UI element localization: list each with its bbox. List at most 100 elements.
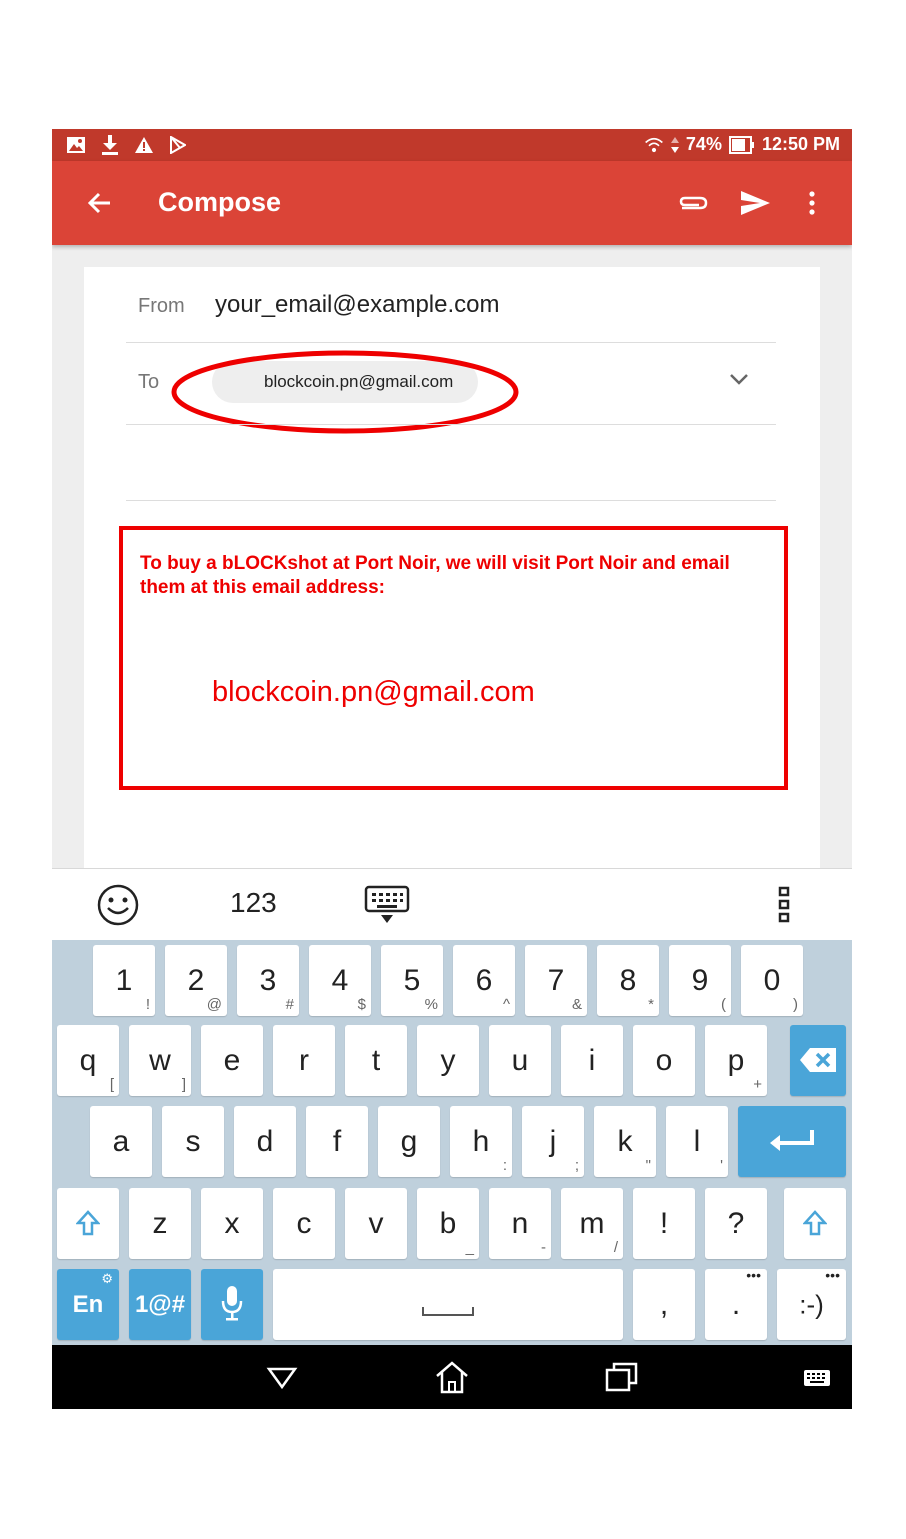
page-title: Compose (158, 187, 282, 217)
smiley-key[interactable]: :-) ••• (777, 1267, 846, 1340)
key-c[interactable]: c (273, 1188, 335, 1259)
key-alt-label: : (502, 1157, 507, 1174)
more-vert-icon[interactable] (804, 187, 820, 219)
divider (126, 342, 776, 343)
key-h[interactable]: h: (450, 1106, 512, 1177)
key-label: p (727, 1043, 745, 1077)
key-label: h (472, 1124, 490, 1158)
key-w[interactable]: w] (129, 1025, 191, 1096)
key-2[interactable]: 2 @ (165, 945, 227, 1016)
key-o[interactable]: o (633, 1025, 695, 1096)
key-exclamation[interactable]: ! (633, 1188, 695, 1259)
annotation-box: To buy a bLOCKshot at Port Noir, we will… (119, 526, 788, 790)
key-k[interactable]: k " (594, 1106, 656, 1177)
key-f[interactable]: f (306, 1106, 368, 1177)
keyboard-toolbar: 123 (52, 868, 852, 941)
key-label: 8 (619, 963, 637, 997)
key-j[interactable]: j; (522, 1106, 584, 1177)
key-label: 4 (331, 963, 349, 997)
key-4[interactable]: 4 $ (309, 945, 371, 1016)
key-a[interactable]: a (90, 1106, 152, 1177)
battery-percent: 74% (685, 134, 722, 154)
key-question[interactable]: ? (705, 1188, 767, 1259)
key-9[interactable]: 9( (669, 945, 731, 1016)
from-field[interactable]: your_email@example.com (215, 291, 499, 319)
nav-recents-icon[interactable] (604, 1359, 640, 1395)
shift-icon (803, 1210, 827, 1236)
backspace-key[interactable] (790, 1025, 846, 1096)
divider (126, 424, 776, 425)
key-6[interactable]: 6 ^ (453, 945, 515, 1016)
send-icon[interactable] (738, 187, 772, 219)
key-label: r (299, 1043, 309, 1077)
enter-key[interactable] (738, 1106, 846, 1177)
key-n[interactable]: n- (489, 1188, 551, 1259)
wifi-icon (644, 135, 664, 155)
highlight-ellipse (171, 350, 519, 434)
key-label: w (149, 1043, 171, 1077)
key-x[interactable]: x (201, 1188, 263, 1259)
key-label: x (224, 1206, 240, 1240)
comma-key[interactable]: , (633, 1269, 695, 1340)
space-bar-icon (422, 1307, 474, 1316)
key-label: g (400, 1124, 418, 1158)
back-arrow-icon[interactable] (82, 187, 118, 219)
keyboard-menu-icon[interactable] (777, 885, 793, 925)
annotation-text: To buy a bLOCKshot at Port Noir, we will… (140, 553, 730, 598)
key-d[interactable]: d (234, 1106, 296, 1177)
key-alt-label: / (613, 1239, 618, 1256)
key-label: 9 (691, 963, 709, 997)
language-key[interactable]: En ⚙ (57, 1269, 119, 1340)
key-alt-label: _ (465, 1239, 474, 1256)
key-r[interactable]: r (273, 1025, 335, 1096)
key-8[interactable]: 8 * (597, 945, 659, 1016)
key-label: 0 (763, 963, 781, 997)
key-s[interactable]: s (162, 1106, 224, 1177)
key-q[interactable]: q[ (57, 1025, 119, 1096)
shift-key-right[interactable] (784, 1188, 846, 1259)
key-y[interactable]: y (417, 1025, 479, 1096)
key-label: ? (727, 1206, 745, 1240)
status-bar: 74% 12:50 PM (52, 129, 852, 161)
key-alt-label: ] (181, 1076, 186, 1093)
nav-back-icon[interactable] (264, 1359, 300, 1395)
more-dots-icon: ••• (825, 1267, 840, 1283)
key-u[interactable]: u (489, 1025, 551, 1096)
key-label: l (693, 1124, 701, 1158)
key-p[interactable]: p + (705, 1025, 767, 1096)
period-key[interactable]: . ••• (705, 1267, 767, 1340)
key-label: m (579, 1206, 605, 1240)
enter-icon (770, 1130, 814, 1151)
key-v[interactable]: v (345, 1188, 407, 1259)
microphone-key[interactable] (201, 1269, 263, 1340)
numbers-toggle[interactable]: 123 (230, 887, 277, 919)
key-m[interactable]: m / (561, 1188, 623, 1259)
key-label: y (440, 1043, 456, 1077)
key-z[interactable]: z (129, 1188, 191, 1259)
key-alt-label: ; (574, 1157, 579, 1174)
chevron-down-icon[interactable] (728, 371, 750, 387)
key-3[interactable]: 3 # (237, 945, 299, 1016)
key-b[interactable]: b _ (417, 1188, 479, 1259)
key-g[interactable]: g (378, 1106, 440, 1177)
key-e[interactable]: e (201, 1025, 263, 1096)
key-7[interactable]: 7 & (525, 945, 587, 1016)
key-0[interactable]: 0) (741, 945, 803, 1016)
navigation-bar (52, 1345, 852, 1409)
space-key[interactable] (273, 1269, 623, 1340)
keyboard-hide-icon[interactable] (364, 885, 410, 925)
image-icon (66, 135, 86, 155)
device-screen: 74% 12:50 PM Compose From your_email@exa… (52, 129, 852, 1409)
key-i[interactable]: i (561, 1025, 623, 1096)
symbols-key[interactable]: 1@# (129, 1269, 191, 1340)
key-5[interactable]: 5% (381, 945, 443, 1016)
emoji-icon[interactable] (96, 883, 140, 927)
key-1[interactable]: 1! (93, 945, 155, 1016)
nav-home-icon[interactable] (434, 1359, 470, 1395)
nav-keyboard-icon[interactable] (802, 1359, 832, 1395)
key-l[interactable]: l ' (666, 1106, 728, 1177)
paperclip-icon[interactable] (676, 189, 710, 219)
shift-key-left[interactable] (57, 1188, 119, 1259)
key-t[interactable]: t (345, 1025, 407, 1096)
app-bar: Compose (52, 161, 852, 245)
